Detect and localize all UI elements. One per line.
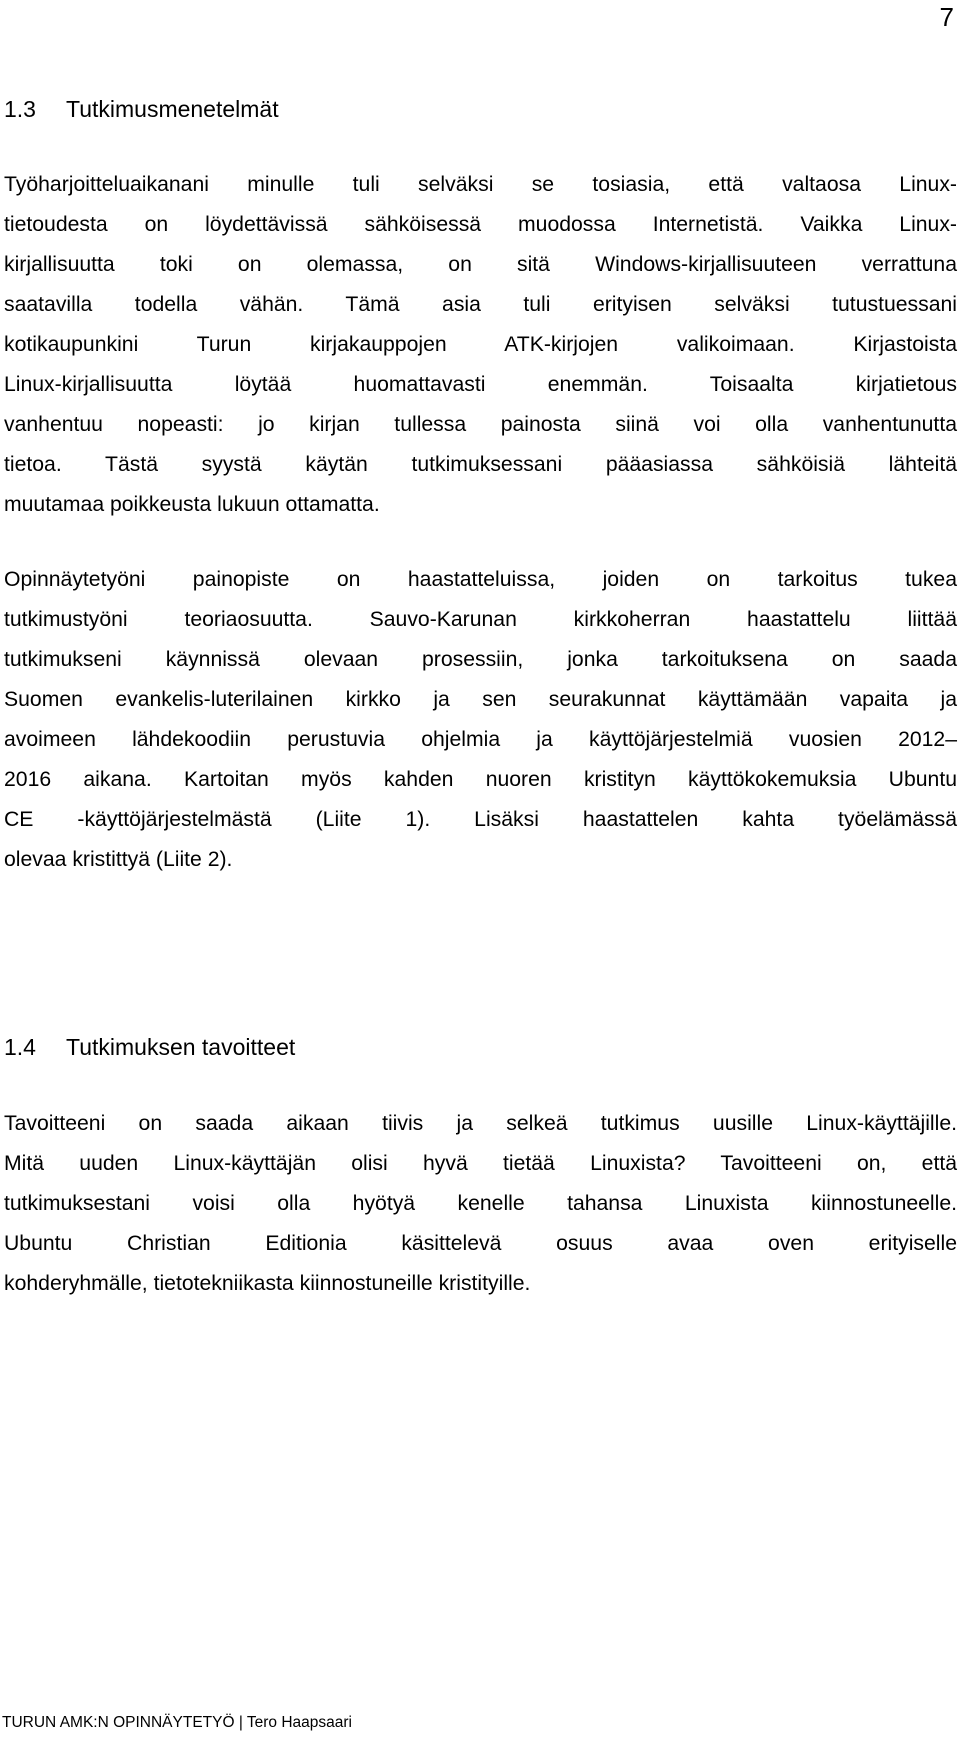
text-line: muutamaa poikkeusta lukuun ottamatta. <box>4 493 380 516</box>
text-line: tietoudesta on löydettävissä sähköisessä… <box>4 213 957 236</box>
text-line: Työharjoitteluaikanani minulle tuli selv… <box>4 173 957 196</box>
page-footer: TURUN AMK:N OPINNÄYTETYÖ | Tero Haapsaar… <box>2 1714 352 1731</box>
paragraph: Opinnäytetyöni painopiste on haastattelu… <box>4 560 957 880</box>
text-line: Linux-kirjallisuutta löytää huomattavast… <box>4 373 957 396</box>
text-line: vanhentuu nopeasti: jo kirjan tullessa p… <box>4 413 957 436</box>
text-line: Mitä uuden Linux-käyttäjän olisi hyvä ti… <box>4 1152 957 1175</box>
text-line: kohderyhmälle, tietotekniikasta kiinnost… <box>4 1272 531 1295</box>
section-number: 1.4 <box>4 1034 36 1060</box>
text-line: Tavoitteeni on saada aikaan tiivis ja se… <box>4 1112 957 1135</box>
section-heading: 1.4 Tutkimuksen tavoitteet <box>4 1034 295 1061</box>
section-heading: 1.3 Tutkimusmenetelmät <box>4 96 279 123</box>
text-line: avoimeen lähdekoodiin perustuvia ohjelmi… <box>4 728 957 751</box>
text-line: Opinnäytetyöni painopiste on haastattelu… <box>4 568 957 591</box>
text-line: tietoa. Tästä syystä käytän tutkimuksess… <box>4 453 957 476</box>
section-title: Tutkimusmenetelmät <box>66 96 279 122</box>
section-title: Tutkimuksen tavoitteet <box>66 1034 296 1060</box>
text-line: Ubuntu Christian Editionia käsittelevä o… <box>4 1232 957 1255</box>
text-line: tutkimukseni käynnissä olevaan prosessii… <box>4 648 957 671</box>
text-line: Suomen evankelis-luterilainen kirkko ja … <box>4 688 957 711</box>
paragraph: Tavoitteeni on saada aikaan tiivis ja se… <box>4 1104 957 1304</box>
text-line: tutkimustyöni teoriaosuutta. Sauvo-Karun… <box>4 608 957 631</box>
paragraph: Työharjoitteluaikanani minulle tuli selv… <box>4 165 957 525</box>
text-line: olevaa kristittyä (Liite 2). <box>4 848 233 871</box>
text-line: tutkimuksestani voisi olla hyötyä kenell… <box>4 1192 957 1215</box>
page-number: 7 <box>939 2 954 32</box>
section-number: 1.3 <box>4 96 36 122</box>
text-line: CE -käyttöjärjestelmästä (Liite 1). Lisä… <box>4 808 957 831</box>
text-line: saatavilla todella vähän. Tämä asia tuli… <box>4 293 957 316</box>
text-line: 2016 aikana. Kartoitan myös kahden nuore… <box>4 768 957 791</box>
text-line: kirjallisuutta toki on olemassa, on sitä… <box>4 253 957 276</box>
text-line: kotikaupunkini Turun kirjakauppojen ATK-… <box>4 333 957 356</box>
